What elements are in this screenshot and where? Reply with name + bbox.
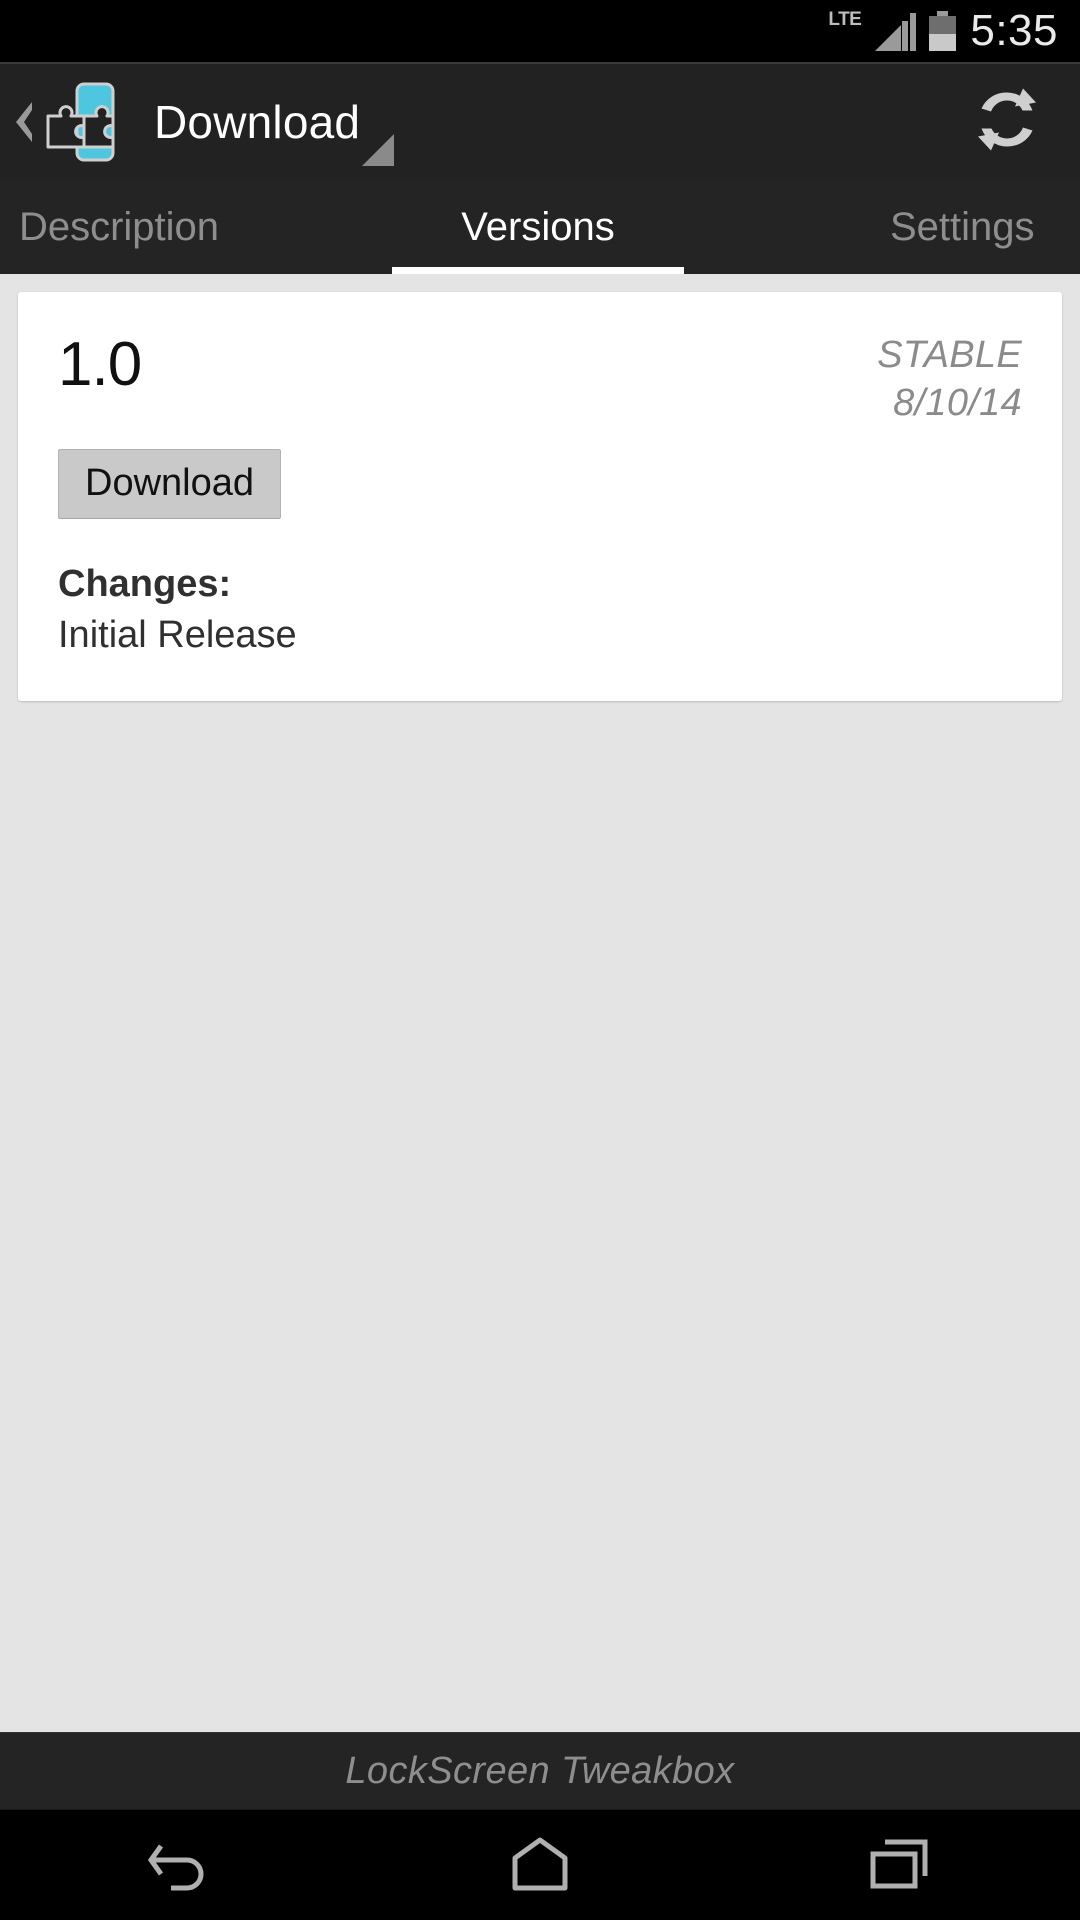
version-date: 8/10/14 xyxy=(893,381,1022,424)
tab-versions[interactable]: Versions xyxy=(392,180,684,274)
module-name-bar: LockScreen Tweakbox xyxy=(0,1732,1080,1810)
back-arrow-icon xyxy=(147,1844,204,1891)
action-bar: Download xyxy=(0,62,1080,180)
lte-indicator: LTE xyxy=(828,10,861,52)
nav-recents-button[interactable] xyxy=(800,1830,1000,1900)
refresh-icon xyxy=(978,88,1036,151)
version-card[interactable]: 1.0 STABLE 8/10/14 Download Changes: Ini… xyxy=(18,292,1062,701)
recents-icon xyxy=(870,1839,928,1889)
version-number: 1.0 xyxy=(58,330,142,399)
signal-bars-icon xyxy=(875,11,917,51)
android-screen: LTE 5:35 Download Description Versions S… xyxy=(0,0,1080,1920)
tab-versions-label: Versions xyxy=(461,204,615,249)
home-icon xyxy=(512,1837,568,1891)
xposed-puzzle-icon xyxy=(40,80,116,164)
tab-selection-indicator xyxy=(392,267,684,274)
back-chevron-icon xyxy=(10,99,36,145)
tab-bar: Description Versions Settings xyxy=(0,180,1080,274)
nav-back-button[interactable] xyxy=(80,1830,280,1900)
battery-icon xyxy=(929,11,957,51)
system-navigation-bar xyxy=(0,1810,1080,1920)
up-navigation-button[interactable] xyxy=(0,80,116,164)
refresh-button[interactable] xyxy=(970,83,1044,162)
module-name: LockScreen Tweakbox xyxy=(345,1749,735,1792)
tab-description[interactable]: Description xyxy=(0,180,244,274)
changes-label: Changes: xyxy=(58,563,232,605)
download-button[interactable]: Download xyxy=(58,449,281,519)
page-title: Download xyxy=(154,96,361,148)
tab-settings[interactable]: Settings xyxy=(890,180,1080,274)
status-bar: LTE 5:35 xyxy=(0,0,1080,62)
changes-text: Initial Release xyxy=(58,614,297,656)
nav-home-button[interactable] xyxy=(440,1830,640,1900)
version-card-header: 1.0 STABLE 8/10/14 xyxy=(58,332,1022,427)
tab-settings-label: Settings xyxy=(890,204,1035,249)
version-channel-badge: STABLE xyxy=(877,334,1022,376)
status-bar-clock: 5:35 xyxy=(970,6,1058,55)
dropdown-caret-icon[interactable] xyxy=(362,134,394,166)
tab-description-label: Description xyxy=(18,204,220,249)
version-meta: STABLE 8/10/14 xyxy=(877,332,1022,427)
versions-list: 1.0 STABLE 8/10/14 Download Changes: Ini… xyxy=(0,274,1080,1732)
lte-label: LTE xyxy=(828,9,862,30)
